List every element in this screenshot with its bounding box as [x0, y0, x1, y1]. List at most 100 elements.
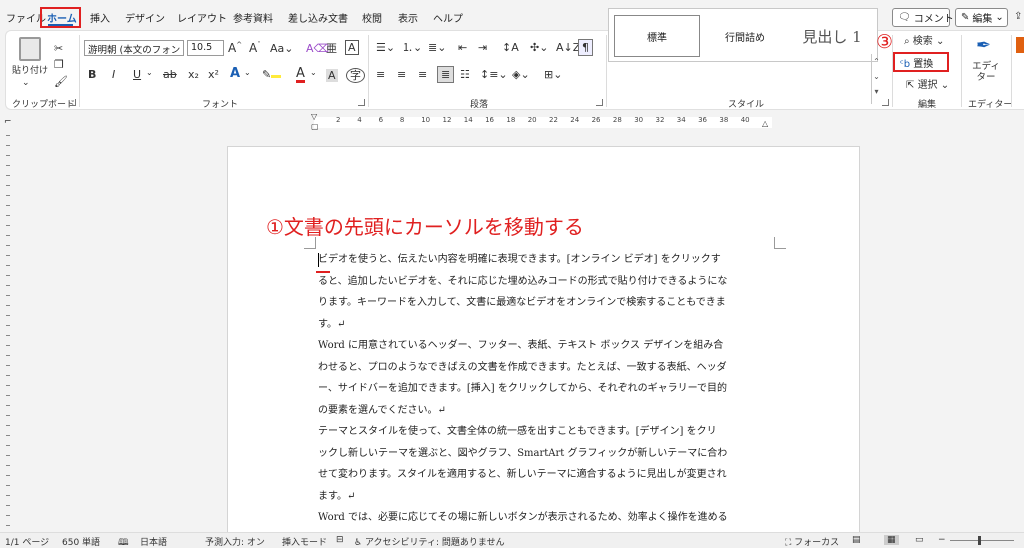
decrease-indent-icon[interactable]: ⇤	[458, 42, 467, 53]
proofing-icon[interactable]: 🕮	[118, 535, 129, 548]
clipboard-launcher-icon[interactable]	[69, 99, 76, 106]
addin-icon[interactable]	[1016, 37, 1024, 53]
phonetic-guide-icon[interactable]: 亜	[326, 43, 337, 54]
clipboard-paste-icon[interactable]	[19, 37, 41, 61]
grow-font-icon[interactable]: A^	[228, 42, 242, 55]
style-no-spacing[interactable]: 行間詰め	[702, 15, 788, 57]
superscript-button[interactable]: x²	[208, 69, 219, 80]
align-center-icon[interactable]: ≡	[397, 69, 406, 80]
document-line[interactable]: せて変わります。スタイルを適用すると、新しいテーマに適合するように見出しが変更さ…	[318, 464, 774, 486]
document-line[interactable]: の要素を選んでください。↵	[318, 400, 774, 422]
select-button[interactable]: ⇱ 選択 ⌄	[906, 81, 949, 91]
paste-button[interactable]: 貼り付け	[12, 67, 48, 76]
text-direction-icon[interactable]: ↕A	[502, 42, 519, 53]
document-line[interactable]: Word では、必要に応じてその場に新しいボタンが表示されるため、効率よく操作を…	[318, 507, 774, 529]
highlight-color-icon[interactable]: ✎	[262, 69, 282, 80]
enclose-characters-icon[interactable]: 字	[346, 68, 365, 83]
distributed-icon[interactable]: ☷	[460, 69, 470, 80]
zoom-out-icon[interactable]: −	[938, 535, 946, 545]
zoom-slider-thumb[interactable]	[978, 536, 981, 545]
change-case-icon[interactable]: Aa⌄	[270, 43, 293, 54]
document-line[interactable]: ックし新しいテーマを選ぶと、図やグラフ、SmartArt グラフィックが新しいテ…	[318, 443, 774, 465]
document-line[interactable]: Word に用意されているヘッダー、フッター、表紙、テキスト ボックス デザイン…	[318, 335, 774, 357]
find-button[interactable]: ⌕ 検索 ⌄	[904, 37, 944, 47]
chevron-down-icon[interactable]: ⌄	[310, 69, 317, 77]
document-line[interactable]: テーマとスタイルを使って、文書全体の統一感を出すこともできます。[デザイン] を…	[318, 421, 774, 443]
text-effects-button[interactable]: A	[230, 67, 240, 80]
document-line[interactable]: わせると、プロのようなできばえの文書を作成できます。たとえば、一致する表紙、ヘッ…	[318, 357, 774, 379]
editor-button[interactable]: エディター	[972, 61, 1000, 84]
align-left-icon[interactable]: ≡	[376, 69, 385, 80]
tab-selector-icon[interactable]: ⌐	[4, 118, 12, 127]
line-spacing-icon[interactable]: ↕≡⌄	[480, 69, 508, 80]
format-painter-icon[interactable]: 🖌	[54, 76, 68, 87]
chevron-down-icon[interactable]: ⌄	[22, 79, 30, 88]
copy-icon[interactable]: ❐	[54, 59, 64, 70]
paragraph-launcher-icon[interactable]	[596, 99, 603, 106]
font-size-select[interactable]: 10.5	[187, 40, 224, 56]
insert-mode-status[interactable]: 挿入モード	[282, 535, 327, 548]
font-color-button[interactable]: A	[296, 67, 305, 83]
language-indicator[interactable]: 日本語	[140, 535, 167, 548]
macro-icon[interactable]: ⊟	[336, 535, 344, 545]
share-icon[interactable]: ⇪	[1014, 12, 1022, 22]
comment-button[interactable]: 🗨 コメント	[892, 8, 954, 27]
show-marks-icon[interactable]: ¶	[578, 39, 593, 56]
borders-icon[interactable]: ⊞⌄	[544, 69, 562, 80]
indent-marker-icon[interactable]: ▢	[311, 123, 319, 131]
chevron-down-icon[interactable]: ⌄	[244, 69, 251, 77]
gallery-scroll[interactable]: ⌃ ⌄ ▾	[871, 54, 881, 104]
document-line[interactable]: ります。キーワードを入力して、文書に最適なビデオをオンラインで検索することもでき…	[318, 292, 774, 314]
character-border-icon[interactable]: A	[345, 40, 359, 55]
tab-references[interactable]: 参考資料	[233, 10, 273, 25]
read-mode-icon[interactable]: ▤	[852, 535, 861, 545]
sort-icon[interactable]: A↓Z	[556, 42, 580, 53]
align-right-icon[interactable]: ≡	[418, 69, 427, 80]
page-count[interactable]: 1/1 ページ	[5, 535, 49, 548]
tab-help[interactable]: ヘルプ	[433, 10, 463, 25]
accessibility-status[interactable]: ♿ アクセシビリティ: 問題ありません	[354, 535, 505, 548]
right-indent-marker-icon[interactable]: △	[762, 120, 768, 128]
document-line[interactable]: ます。↵	[318, 486, 774, 508]
style-heading1[interactable]: 見出し 1	[789, 15, 875, 57]
tab-insert[interactable]: 挿入	[90, 10, 110, 25]
document-page[interactable]: ①文書の先頭にカーソルを移動する ビデオを使うと、伝えたい内容を明確に表現できま…	[227, 146, 860, 538]
subscript-button[interactable]: x₂	[188, 69, 199, 80]
styles-launcher-icon[interactable]	[882, 99, 889, 106]
focus-mode-button[interactable]: ⛶ フォーカス	[785, 535, 839, 548]
strikethrough-button[interactable]: ab	[163, 69, 177, 80]
chevron-down-icon[interactable]: ⌄	[146, 69, 153, 77]
style-normal[interactable]: 標準	[614, 15, 700, 57]
bold-button[interactable]: B	[88, 69, 96, 80]
zoom-slider[interactable]	[950, 540, 1014, 541]
tab-view[interactable]: 表示	[398, 10, 418, 25]
shrink-font-icon[interactable]: Aˇ	[249, 42, 261, 55]
underline-button[interactable]: U	[133, 69, 141, 80]
cut-icon[interactable]: ✂	[54, 43, 63, 54]
indent-marker-icon[interactable]: ▽	[311, 113, 317, 121]
web-layout-icon[interactable]: ▭	[915, 535, 924, 545]
document-line[interactable]: ると、追加したいビデオを、それに応じた埋め込みコードの形式で貼り付けできるように…	[318, 271, 774, 293]
font-name-select[interactable]: 游明朝 (本文のフォン	[84, 40, 184, 56]
increase-indent-icon[interactable]: ⇥	[478, 42, 487, 53]
multilevel-list-icon[interactable]: ≣⌄	[428, 42, 446, 53]
numbering-icon[interactable]: ⒈⌄	[402, 42, 422, 53]
character-shading-icon[interactable]: A	[326, 69, 338, 82]
tab-review[interactable]: 校閲	[362, 10, 382, 25]
document-body[interactable]: ビデオを使うと、伝えたい内容を明確に表現できます。[オンライン ビデオ] をクリ…	[318, 249, 774, 537]
italic-button[interactable]: I	[112, 69, 115, 80]
editor-pen-icon[interactable]: ✒	[976, 37, 991, 55]
shading-icon[interactable]: ◈⌄	[512, 69, 530, 80]
text-prediction-status[interactable]: 予測入力: オン	[205, 535, 265, 548]
font-launcher-icon[interactable]	[358, 99, 365, 106]
document-line[interactable]: ビデオを使うと、伝えたい内容を明確に表現できます。[オンライン ビデオ] をクリ…	[318, 249, 774, 271]
justify-icon[interactable]: ≣	[437, 66, 455, 83]
editing-mode-button[interactable]: ✎ 編集 ⌄	[955, 8, 1008, 27]
document-line[interactable]: す。↵	[318, 314, 774, 336]
document-line[interactable]: ー、サイドバーを追加できます。[挿入] をクリックしてから、それぞれのギャラリー…	[318, 378, 774, 400]
print-layout-icon[interactable]: ▦	[884, 535, 899, 545]
asian-layout-icon[interactable]: ✣⌄	[530, 42, 548, 53]
tab-layout[interactable]: レイアウト	[177, 10, 227, 25]
tab-design[interactable]: デザイン	[125, 10, 165, 25]
bullets-icon[interactable]: ☰⌄	[376, 42, 395, 53]
